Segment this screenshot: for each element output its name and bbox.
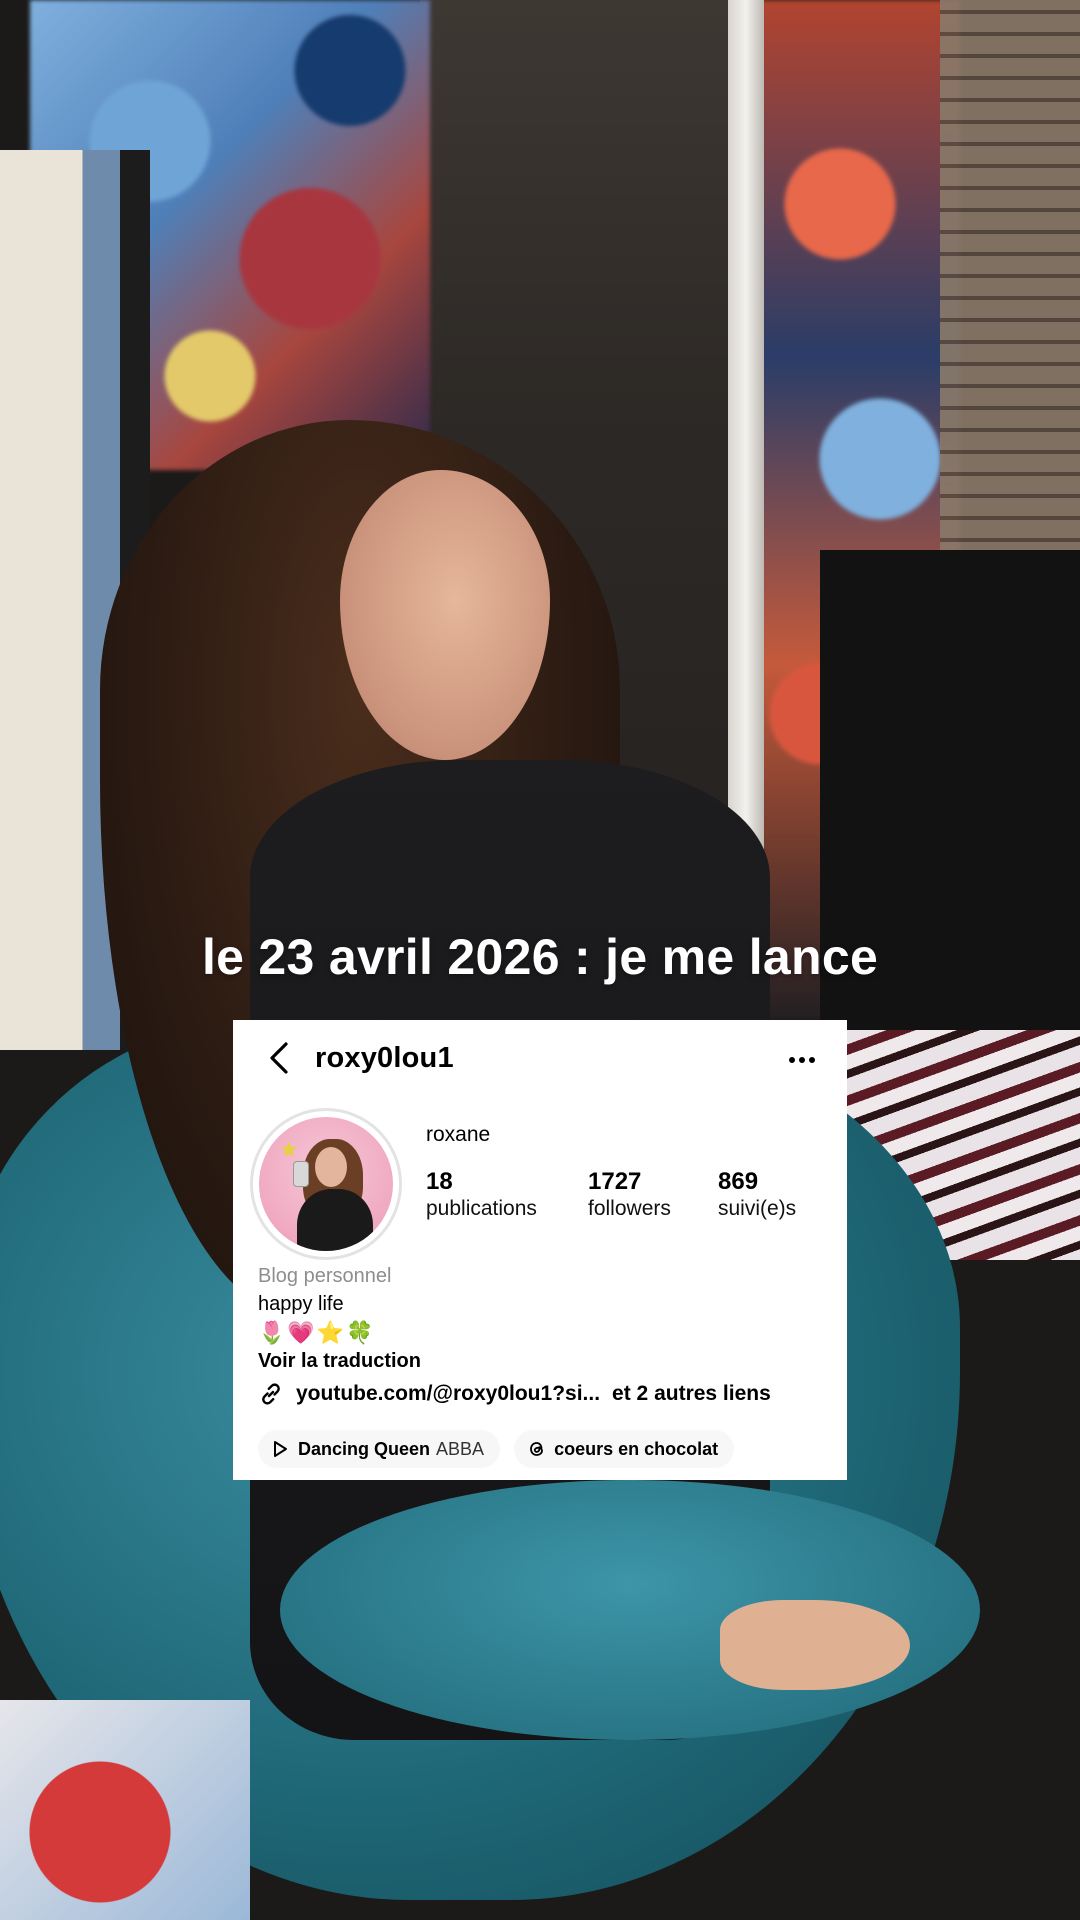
profile-links[interactable]: youtube.com/@roxy0lou1?si... et 2 autres… bbox=[258, 1380, 771, 1408]
stat-following[interactable]: 869 suivi(e)s bbox=[718, 1168, 838, 1222]
profile-chips: Dancing Queen ABBA coeurs en chocolat bbox=[258, 1430, 735, 1468]
profile-category: Blog personnel bbox=[258, 1265, 392, 1287]
music-song-title: Dancing Queen bbox=[298, 1438, 431, 1459]
stat-followers[interactable]: 1727 followers bbox=[588, 1168, 718, 1222]
see-translation-link[interactable]: Voir la traduction bbox=[258, 1350, 421, 1373]
back-button[interactable] bbox=[261, 1041, 297, 1080]
following-count: 869 bbox=[718, 1168, 759, 1195]
more-links-text[interactable]: et 2 autres liens bbox=[612, 1382, 771, 1406]
profile-bio: happy life bbox=[258, 1293, 344, 1315]
stat-posts[interactable]: 18 publications bbox=[426, 1168, 588, 1222]
followers-label: followers bbox=[588, 1197, 671, 1220]
posts-label: publications bbox=[426, 1197, 537, 1220]
music-artist: ABBA bbox=[436, 1438, 485, 1459]
threads-icon bbox=[528, 1440, 546, 1458]
avatar-image: ★ bbox=[259, 1117, 393, 1251]
chevron-left-icon bbox=[268, 1041, 290, 1080]
profile-avatar[interactable]: ★ bbox=[250, 1108, 402, 1260]
profile-display-name: roxane bbox=[426, 1123, 491, 1146]
profile-link-url[interactable]: youtube.com/@roxy0lou1?si... bbox=[296, 1382, 600, 1406]
profile-username: roxy0lou1 bbox=[315, 1042, 454, 1074]
background-brick-wall bbox=[940, 0, 1080, 560]
following-label: suivi(e)s bbox=[718, 1197, 797, 1220]
profile-stats: 18 publications 1727 followers 869 suivi… bbox=[426, 1168, 838, 1222]
posts-count: 18 bbox=[426, 1168, 453, 1195]
play-icon bbox=[272, 1440, 290, 1458]
profile-card: roxy0lou1 ★ roxane 18 publications 1727 … bbox=[233, 1020, 847, 1480]
music-chip[interactable]: Dancing Queen ABBA bbox=[258, 1430, 501, 1468]
background-floor-bottom bbox=[0, 1700, 250, 1920]
threads-chip[interactable]: coeurs en chocolat bbox=[514, 1430, 735, 1468]
background-person-hand bbox=[720, 1600, 910, 1690]
profile-bio-emojis: 🌷💗⭐🍀 bbox=[258, 1320, 376, 1345]
more-options-button[interactable] bbox=[785, 1044, 819, 1076]
more-horizontal-icon bbox=[788, 1051, 816, 1069]
link-icon bbox=[258, 1380, 286, 1408]
threads-chip-label: coeurs en chocolat bbox=[554, 1438, 719, 1459]
story-caption: le 23 avril 2026 : je me lance bbox=[201, 929, 879, 985]
profile-header: roxy0lou1 bbox=[233, 1020, 847, 1100]
followers-count: 1727 bbox=[588, 1168, 642, 1195]
star-icon: ★ bbox=[279, 1137, 299, 1162]
